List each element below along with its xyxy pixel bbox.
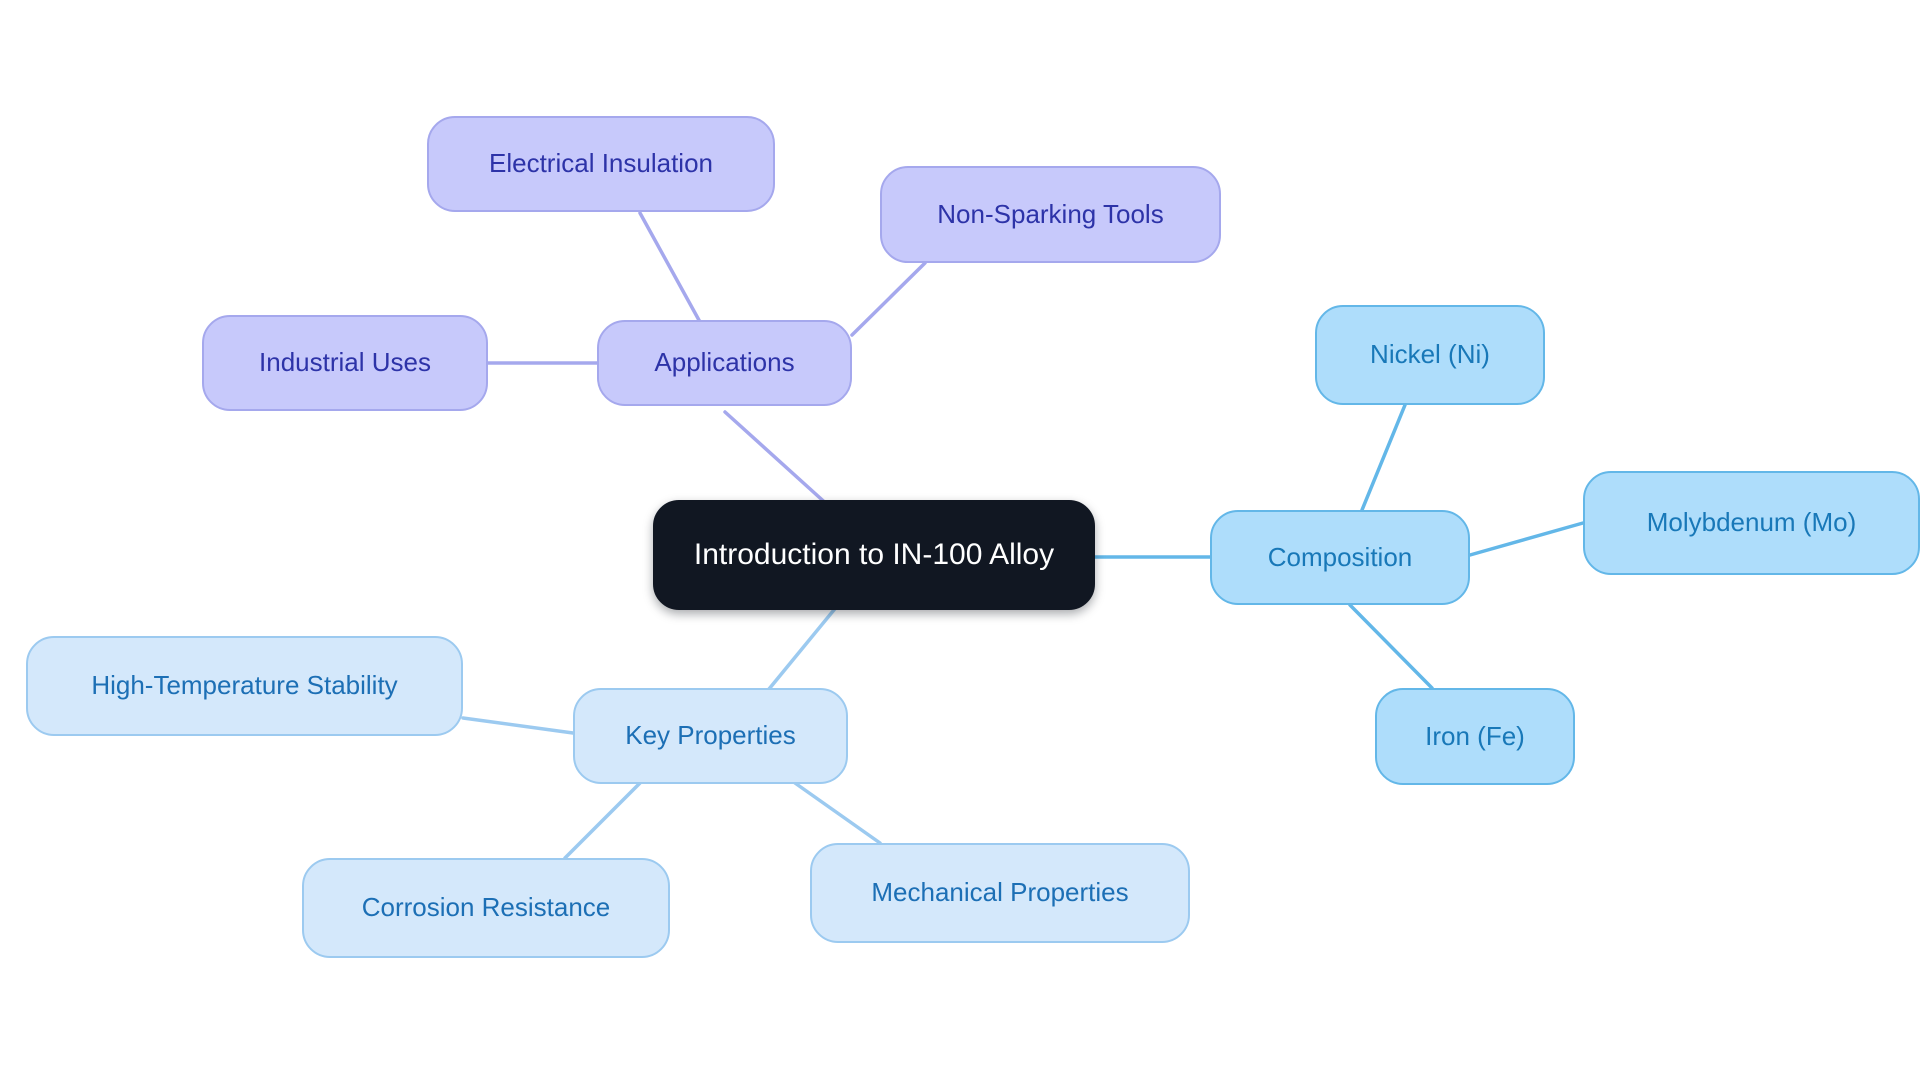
node-iron-label: Iron (Fe) bbox=[1425, 720, 1525, 751]
node-composition-label: Composition bbox=[1267, 541, 1413, 572]
node-electrical-insulation[interactable]: Electrical Insulation bbox=[427, 116, 775, 212]
node-corrosion-resistance-label: Corrosion Resistance bbox=[361, 892, 611, 923]
node-iron[interactable]: Iron (Fe) bbox=[1375, 688, 1575, 785]
node-industrial-uses-label: Industrial Uses bbox=[259, 347, 431, 378]
node-nickel[interactable]: Nickel (Ni) bbox=[1315, 305, 1545, 405]
node-high-temperature-stability[interactable]: High-Temperature Stability bbox=[26, 636, 463, 736]
node-composition[interactable]: Composition bbox=[1210, 510, 1470, 605]
node-mechanical-properties[interactable]: Mechanical Properties bbox=[810, 843, 1190, 943]
node-mechanical-properties-label: Mechanical Properties bbox=[871, 877, 1129, 908]
edge-key-properties-corrosion-resistance bbox=[563, 781, 642, 860]
node-industrial-uses[interactable]: Industrial Uses bbox=[202, 315, 488, 411]
node-key-properties-label: Key Properties bbox=[625, 720, 796, 751]
edge-composition-nickel bbox=[1360, 403, 1407, 512]
node-molybdenum-label: Molybdenum (Mo) bbox=[1646, 507, 1857, 538]
edge-key-properties-high-temperature-stability bbox=[461, 716, 575, 735]
node-nickel-label: Nickel (Ni) bbox=[1370, 339, 1490, 370]
node-root-label: Introduction to IN-100 Alloy bbox=[693, 538, 1055, 571]
mindmap-canvas: Introduction to IN-100 Alloy Application… bbox=[0, 0, 1920, 1083]
node-key-properties[interactable]: Key Properties bbox=[573, 688, 848, 784]
edge-root-key-properties bbox=[758, 603, 840, 702]
edge-key-properties-mechanical-properties bbox=[793, 781, 882, 845]
node-corrosion-resistance[interactable]: Corrosion Resistance bbox=[302, 858, 670, 958]
node-root[interactable]: Introduction to IN-100 Alloy bbox=[653, 500, 1095, 610]
node-electrical-insulation-label: Electrical Insulation bbox=[489, 148, 713, 179]
node-applications-label: Applications bbox=[654, 347, 795, 378]
node-molybdenum[interactable]: Molybdenum (Mo) bbox=[1583, 471, 1920, 575]
node-high-temperature-stability-label: High-Temperature Stability bbox=[91, 670, 398, 701]
edge-root-applications bbox=[723, 410, 832, 509]
edge-applications-non-sparking-tools bbox=[850, 261, 927, 337]
node-non-sparking-tools[interactable]: Non-Sparking Tools bbox=[880, 166, 1221, 263]
edge-composition-iron bbox=[1348, 603, 1434, 690]
edge-composition-molybdenum bbox=[1468, 521, 1585, 557]
edge-applications-electrical-insulation bbox=[638, 211, 702, 324]
node-non-sparking-tools-label: Non-Sparking Tools bbox=[937, 198, 1164, 229]
node-applications[interactable]: Applications bbox=[597, 320, 852, 406]
